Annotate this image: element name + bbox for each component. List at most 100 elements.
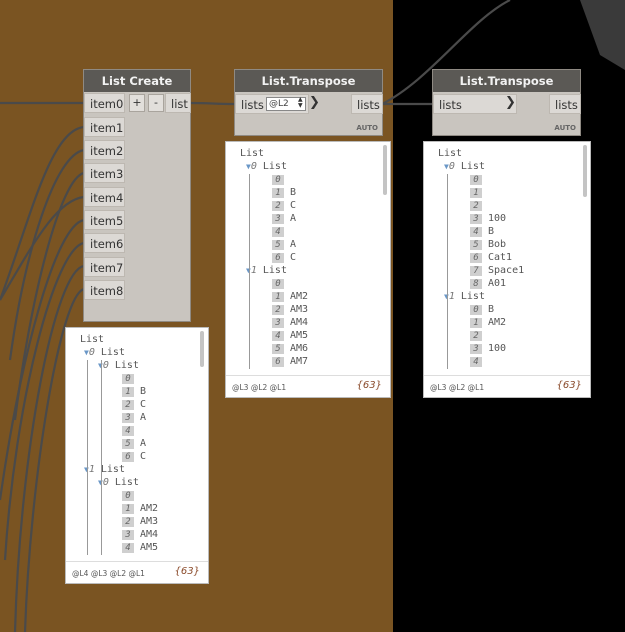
- item-value: 100: [488, 343, 507, 354]
- tree-sublist-row[interactable]: ▼1 List: [84, 464, 125, 476]
- input-port-item4[interactable]: item4: [84, 187, 125, 207]
- preview-footer: @L3 @L2 @L1 {63}: [424, 375, 590, 397]
- tree-sublist-row[interactable]: ▼1 List: [246, 265, 287, 277]
- wire-list-to-transpose1: [189, 101, 235, 106]
- item-index: 6: [272, 357, 284, 367]
- add-input-button[interactable]: +: [129, 94, 145, 112]
- item-index: 2: [122, 517, 134, 527]
- tree-guide-line: [249, 174, 250, 369]
- corner-shape-top-right: [580, 0, 625, 70]
- item-index: 4: [122, 543, 134, 553]
- tree-item-row: 0: [122, 373, 140, 385]
- item-index: 2: [272, 201, 284, 211]
- item-index: 4: [122, 426, 134, 436]
- tree-item-row: 4: [272, 226, 290, 238]
- node-title[interactable]: List.Transpose: [235, 70, 382, 92]
- item-value: C: [290, 200, 297, 211]
- item-index: 4: [272, 331, 284, 341]
- node-list-transpose-2[interactable]: List.Transpose lists ❯ lists AUTO: [432, 69, 581, 136]
- preview-list-transpose-1[interactable]: List▼0 List01B2C3A45A6C▼1 List01AM22AM33…: [225, 141, 391, 398]
- sublist-label: List: [94, 347, 125, 358]
- item-index: 1: [122, 504, 134, 514]
- node-list-transpose-1[interactable]: List.Transpose lists @L2 ▲ ▼ ❯ lists AUTO: [234, 69, 383, 136]
- tree-item-row: 1B: [272, 187, 296, 199]
- tree-sublist-row[interactable]: ▼0 List: [98, 360, 139, 372]
- input-port-item5[interactable]: item5: [84, 210, 125, 230]
- tree-sublist-row[interactable]: ▼0 List: [444, 161, 485, 173]
- tree-sublist-row[interactable]: ▼1 List: [444, 291, 485, 303]
- item-index: 6: [272, 253, 284, 263]
- chevron-right-icon[interactable]: ❯: [309, 95, 320, 110]
- scrollbar-thumb[interactable]: [383, 145, 387, 195]
- tree-root-label: List: [80, 334, 105, 345]
- tree-item-row: 8 A01: [470, 278, 506, 290]
- tree-item-row: 1: [470, 187, 488, 199]
- item-value: Space1: [488, 265, 525, 276]
- item-value: AM5: [140, 542, 159, 553]
- item-value: AM3: [140, 516, 159, 527]
- input-port-item8[interactable]: item8: [84, 280, 125, 300]
- item-count: {63}: [356, 380, 382, 391]
- input-port-label: lists: [439, 98, 462, 112]
- item-index: 6: [470, 253, 482, 263]
- item-index: 4: [470, 357, 482, 367]
- item-value: AM2: [140, 503, 159, 514]
- preview-list-create[interactable]: List▼0 List▼0 List01B2C3A45A6C▼1 List▼0 …: [65, 327, 209, 584]
- remove-input-button[interactable]: -: [148, 94, 164, 112]
- tree-sublist-row[interactable]: ▼0 List: [84, 347, 125, 359]
- item-value: AM3: [290, 304, 309, 315]
- tree-item-row: 2: [470, 330, 488, 342]
- item-value: AM7: [290, 356, 309, 367]
- sublist-label: List: [94, 464, 125, 475]
- node-list-create[interactable]: List Create item0 + - list item1 item2 i…: [83, 69, 191, 322]
- item-value: AM5: [290, 330, 309, 341]
- tree-item-row: 1 AM2: [122, 503, 158, 515]
- chevron-right-icon[interactable]: ❯: [505, 95, 516, 110]
- tree-item-row: 1 AM2: [470, 317, 506, 329]
- item-index: 4: [470, 227, 482, 237]
- item-value: B: [140, 386, 147, 397]
- tree-item-row: 1 AM2: [272, 291, 308, 303]
- tree-item-row: 5A: [272, 239, 296, 251]
- scrollbar-thumb[interactable]: [583, 145, 587, 197]
- item-index: 1: [470, 188, 482, 198]
- tree-item-row: 7 Space1: [470, 265, 524, 277]
- tree-guide-line: [447, 174, 448, 369]
- node-title[interactable]: List Create: [84, 70, 190, 92]
- item-index: 1: [272, 188, 284, 198]
- node-title[interactable]: List.Transpose: [433, 70, 580, 92]
- input-port-item6[interactable]: item6: [84, 233, 125, 253]
- item-value: 100: [488, 213, 507, 224]
- tree-item-row: 4 AM5: [272, 330, 308, 342]
- input-port-item1[interactable]: item1: [84, 117, 125, 137]
- item-index: 1: [470, 318, 482, 328]
- item-value: Cat1: [488, 252, 513, 263]
- item-index: 1: [122, 387, 134, 397]
- item-index: 3: [272, 318, 284, 328]
- tree-item-row: 6C: [272, 252, 296, 264]
- preview-list-transpose-2[interactable]: List ▼0 List 0 1 2 3 100 4 B 5 Bob 6 Cat1 7 Space1 8 A01…: [423, 141, 591, 398]
- scrollbar-thumb[interactable]: [200, 331, 204, 367]
- item-value: Bob: [488, 239, 507, 250]
- tree-item-row: 4 AM5: [122, 542, 158, 554]
- item-value: C: [290, 252, 297, 263]
- output-port-list[interactable]: list: [165, 93, 191, 113]
- lacing-auto-label: AUTO: [554, 124, 576, 132]
- item-index: 3: [470, 344, 482, 354]
- tree-sublist-row[interactable]: ▼0 List: [246, 161, 287, 173]
- level-stepper-icon[interactable]: ▲ ▼: [298, 97, 303, 109]
- output-port-lists[interactable]: lists: [351, 94, 383, 114]
- input-port-item2[interactable]: item2: [84, 140, 125, 160]
- item-index: 3: [470, 214, 482, 224]
- item-index: 5: [122, 439, 134, 449]
- tree-guide-line: [87, 360, 88, 555]
- input-port-label: lists: [241, 98, 264, 112]
- item-index: 5: [272, 240, 284, 250]
- input-port-item3[interactable]: item3: [84, 163, 125, 183]
- preview-footer: @L4 @L3 @L2 @L1 {63}: [66, 561, 208, 583]
- sublist-label: List: [454, 161, 485, 172]
- input-port-item0[interactable]: item0: [84, 93, 125, 113]
- output-port-lists[interactable]: lists: [549, 94, 581, 114]
- input-port-item7[interactable]: item7: [84, 257, 125, 277]
- tree-sublist-row[interactable]: ▼0 List: [98, 477, 139, 489]
